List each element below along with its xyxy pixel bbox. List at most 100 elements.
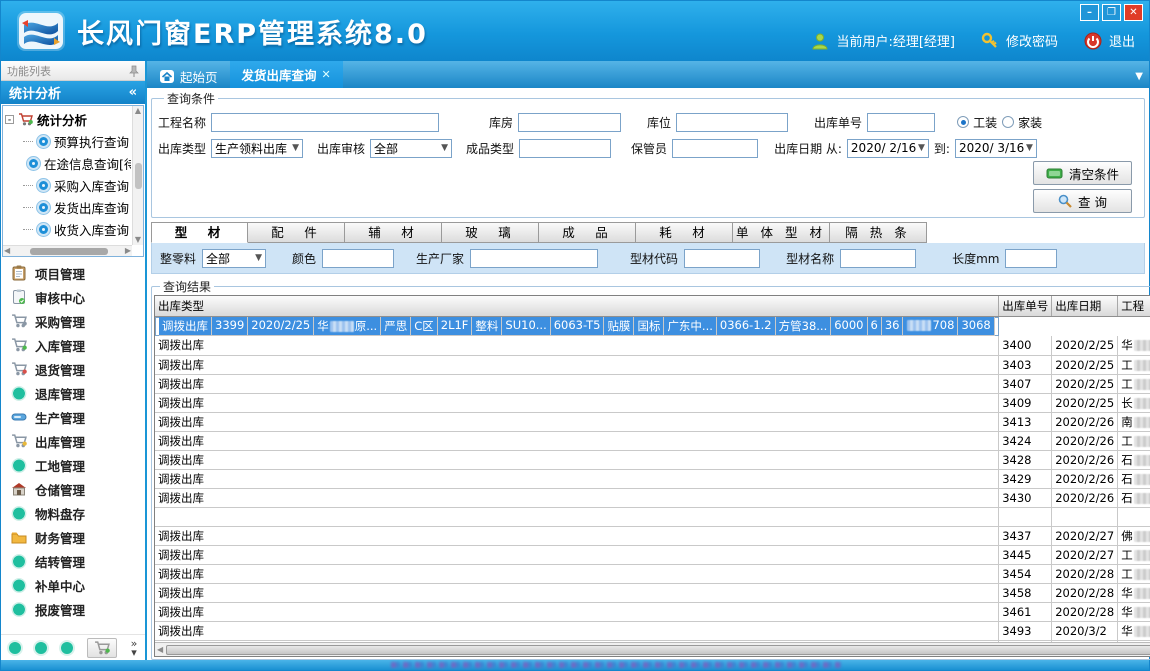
sidebar-item-工地管理[interactable]: 工地管理 <box>1 453 145 477</box>
table-row[interactable]: 调拨出库34132020/2/26南...严思C区5R3F整料G71422606… <box>155 412 1150 431</box>
change-password-link[interactable]: 修改密码 <box>1006 31 1058 50</box>
table-row[interactable]: 调拨出库34372020/2/27佛...陈琳B区3R6F整料PW056063-… <box>155 526 1150 545</box>
order-no-input[interactable] <box>867 113 935 132</box>
column-header[interactable]: 出库类型 <box>155 296 999 317</box>
sidebar-section-header[interactable]: 统计分析 « <box>1 81 145 104</box>
warehouse-input[interactable] <box>518 113 621 132</box>
whole-part-select[interactable]: 全部▼ <box>202 249 266 268</box>
module-dot-icon[interactable] <box>61 642 73 654</box>
sidebar-item-入库管理[interactable]: 入库管理 <box>1 333 145 357</box>
sidebar-item-项目管理[interactable]: 项目管理 <box>1 261 145 285</box>
close-button[interactable]: ✕ <box>1124 4 1143 21</box>
table-row[interactable]: 调拨出库34452020/2/27工共工程严思F区5R1F整料光身料6063-T… <box>155 545 1150 564</box>
table-row[interactable]: 调拨出库34072020/2/25工共工程严思G区1L1F整料光身料6063-T… <box>155 374 1150 393</box>
outbound-type-select[interactable]: 生产领料出库▼ <box>211 139 303 158</box>
sidebar-item-物料盘存[interactable]: 物料盘存 <box>1 501 145 525</box>
table-row[interactable]: 调拨出库34582020/2/28华原...陈琳C区4L1F整料光身料6063-… <box>155 583 1150 602</box>
maximize-button[interactable]: ❐ <box>1102 4 1121 21</box>
tree-item[interactable]: 在途信息查询[待 <box>5 152 131 174</box>
column-header[interactable]: 工程 <box>1118 296 1150 317</box>
cart-module-button[interactable] <box>87 638 117 658</box>
sidebar-item-审核中心[interactable]: 审核中心 <box>1 285 145 309</box>
hscroll-thumb[interactable] <box>166 645 1150 655</box>
table-row[interactable]: 调拨出库34302020/2/26石城陈琳G区3L3F整料KLM38176063… <box>155 488 1150 507</box>
date-from-select[interactable]: 2020/ 2/16▼ <box>847 139 929 158</box>
sidebar-item-结转管理[interactable]: 结转管理 <box>1 549 145 573</box>
more-modules-button[interactable]: »▾ <box>131 639 138 657</box>
location-input[interactable] <box>676 113 788 132</box>
table-row[interactable]: G区3L3F整料KLM38176063-T5贴膜国标山东华...GA90M09.… <box>155 507 1150 526</box>
tree-root-node[interactable]: - 统计分析 <box>5 108 131 130</box>
material-tab-3[interactable]: 辅 材 <box>345 222 442 243</box>
sidebar-item-生产管理[interactable]: 生产管理 <box>1 405 145 429</box>
logout-link[interactable]: 退出 <box>1109 31 1135 50</box>
radio-jiazhuang[interactable]: 家装 <box>1002 114 1042 131</box>
sidebar-item-采购管理[interactable]: 采购管理 <box>1 309 145 333</box>
table-row[interactable]: 调拨出库34932020/3/2华原...陈琳C区1L1F整料黑色塑料不贴膜国标… <box>155 621 1150 640</box>
menu-item-label: 补单中心 <box>35 576 85 595</box>
tree-item[interactable]: 发货出库查询 <box>5 196 131 218</box>
material-tab-5[interactable]: 成 品 <box>539 222 636 243</box>
tree-item[interactable]: 预算执行查询 <box>5 130 131 152</box>
material-tab-4[interactable]: 玻 璃 <box>442 222 539 243</box>
profile-name-input[interactable] <box>840 249 916 268</box>
tab-list-dropdown-icon[interactable]: ▼ <box>1135 71 1143 82</box>
tree-horizontal-scrollbar[interactable]: ◀ ▶ <box>3 245 132 256</box>
table-row[interactable]: 调拨出库34542020/2/28工共工程严思G区1R1F整料光身料6063-T… <box>155 564 1150 583</box>
material-tab-7[interactable]: 单 体 型 材 <box>733 222 830 243</box>
project-name-input[interactable] <box>211 113 439 132</box>
search-button[interactable]: 查 询 <box>1033 189 1132 213</box>
tree-item[interactable]: 退货查询[待定] <box>5 240 131 244</box>
sidebar-item-仓储管理[interactable]: 仓储管理 <box>1 477 145 501</box>
column-header[interactable]: 出库日期 <box>1052 296 1118 317</box>
material-tab-8[interactable]: 隔 热 条 <box>830 222 927 243</box>
tree-vertical-scrollbar[interactable]: ▲ ▼ <box>132 106 143 245</box>
sidebar-item-财务管理[interactable]: 财务管理 <box>1 525 145 549</box>
scroll-left-icon[interactable]: ◀ <box>4 247 10 255</box>
table-horizontal-scrollbar[interactable]: ◀ Ⅲ ▶ <box>155 642 1150 656</box>
manufacturer-input[interactable] <box>470 249 598 268</box>
sidebar-item-报废管理[interactable]: 报废管理 <box>1 597 145 621</box>
tab-close-icon[interactable]: ✕ <box>322 68 331 81</box>
date-to-select[interactable]: 2020/ 3/16▼ <box>955 139 1037 158</box>
scroll-left-icon[interactable]: ◀ <box>157 646 163 654</box>
audit-select[interactable]: 全部▼ <box>370 139 452 158</box>
scroll-right-icon[interactable]: ▶ <box>125 247 131 255</box>
color-input[interactable] <box>322 249 394 268</box>
table-row[interactable]: 调拨出库34092020/2/25长...陈琳B区2R5F整料LI35HD606… <box>155 393 1150 412</box>
collapse-icon[interactable]: « <box>129 85 137 100</box>
module-dot-icon[interactable] <box>9 642 21 654</box>
clear-conditions-button[interactable]: 清空条件 <box>1033 161 1132 185</box>
product-type-input[interactable] <box>519 139 611 158</box>
tab-start-page[interactable]: 起始页 <box>147 64 230 88</box>
table-row[interactable]: 调拨出库33992020/2/25华原...严思C区2L1F整料SU10...6… <box>155 317 999 336</box>
tree-item[interactable]: 采购入库查询 <box>5 174 131 196</box>
table-row[interactable]: 调拨出库34242020/2/26工共工程严思G区1L1F整料光身料6063-T… <box>155 431 1150 450</box>
scroll-down-icon[interactable]: ▼ <box>135 236 141 244</box>
material-tab-2[interactable]: 配 件 <box>248 222 345 243</box>
table-row[interactable]: 调拨出库34612020/2/28华原...陈琳B区1R2F整料F8877FT6… <box>155 602 1150 621</box>
sidebar-item-退库管理[interactable]: 退库管理 <box>1 381 145 405</box>
table-row[interactable]: 调拨出库34282020/2/26石城陈琳G区2L4F整料KLM38176063… <box>155 450 1150 469</box>
tree-item[interactable]: 收货入库查询 <box>5 218 131 240</box>
profile-code-input[interactable] <box>684 249 760 268</box>
table-row[interactable]: 调拨出库34002020/2/25华原...严思C区4L1F整料SU10...6… <box>155 336 1150 355</box>
material-tab-1[interactable]: 型 材 <box>151 222 248 243</box>
table-row[interactable]: 调拨出库34032020/2/25工共工程严思G区1R1F整料光身料6063-T… <box>155 355 1150 374</box>
tab-shipment-outbound-query[interactable]: 发货出库查询 ✕ <box>230 61 343 88</box>
table-row[interactable]: 调拨出库34292020/2/26石城陈琳G区5R2F整料KLM38176063… <box>155 469 1150 488</box>
radio-gongzhuang[interactable]: 工装 <box>957 114 997 131</box>
pin-icon[interactable] <box>129 65 139 77</box>
length-input[interactable] <box>1005 249 1057 268</box>
redacted-text <box>330 321 354 332</box>
column-header[interactable]: 出库单号 <box>999 296 1052 317</box>
sidebar-item-补单中心[interactable]: 补单中心 <box>1 573 145 597</box>
sidebar-item-出库管理[interactable]: 出库管理 <box>1 429 145 453</box>
sidebar-item-退货管理[interactable]: 退货管理 <box>1 357 145 381</box>
module-dot-icon[interactable] <box>35 642 47 654</box>
scroll-up-icon[interactable]: ▲ <box>135 107 141 115</box>
keeper-input[interactable] <box>672 139 758 158</box>
material-tab-6[interactable]: 耗 材 <box>636 222 733 243</box>
minimize-button[interactable]: – <box>1080 4 1099 21</box>
tree-expander-icon[interactable]: - <box>5 115 14 124</box>
